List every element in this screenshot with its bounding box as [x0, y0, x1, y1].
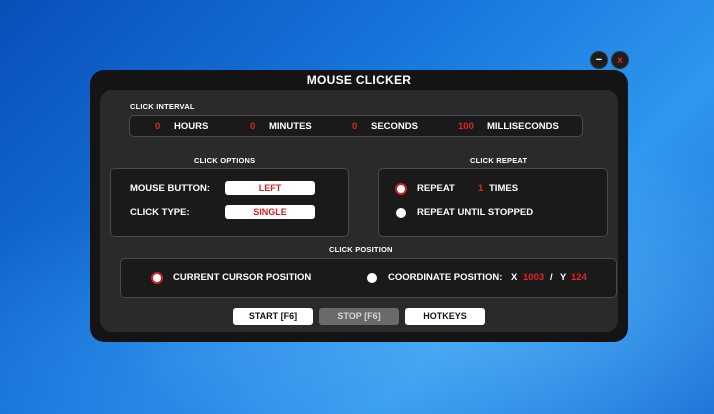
- coordinate-separator: /: [550, 272, 553, 283]
- times-label: TIMES: [489, 183, 519, 194]
- x-label: X: [511, 272, 518, 283]
- click-type-select[interactable]: SINGLE: [225, 205, 315, 219]
- click-position-label: CLICK POSITION: [329, 245, 393, 254]
- current-cursor-radio[interactable]: [151, 272, 163, 284]
- repeat-count-input[interactable]: 1: [478, 183, 483, 194]
- y-label: Y: [560, 272, 567, 283]
- mouse-button-select[interactable]: LEFT: [225, 181, 315, 195]
- minutes-unit: MINUTES: [269, 121, 312, 132]
- minutes-input[interactable]: 0: [250, 121, 255, 132]
- coordinate-radio[interactable]: [367, 273, 377, 283]
- stop-button[interactable]: STOP [F6]: [319, 308, 399, 325]
- start-button[interactable]: START [F6]: [233, 308, 313, 325]
- repeat-radio[interactable]: [395, 183, 407, 195]
- minimize-button[interactable]: −: [590, 51, 608, 69]
- hours-input[interactable]: 0: [155, 121, 160, 132]
- seconds-unit: SECONDS: [371, 121, 418, 132]
- repeat-label: REPEAT: [417, 183, 455, 194]
- click-interval-label: CLICK INTERVAL: [130, 102, 195, 111]
- click-repeat-label: CLICK REPEAT: [470, 156, 528, 165]
- click-position-box: CURRENT CURSOR POSITION COORDINATE POSIT…: [120, 258, 617, 298]
- coordinate-label: COORDINATE POSITION:: [388, 272, 503, 283]
- window-title: MOUSE CLICKER: [306, 73, 412, 87]
- mouse-clicker-window: MOUSE CLICKER CLICK INTERVAL 0 HOURS 0 M…: [90, 70, 628, 342]
- repeat-until-stopped-label: REPEAT UNTIL STOPPED: [417, 207, 534, 218]
- mouse-button-label: MOUSE BUTTON:: [130, 183, 211, 194]
- main-panel: CLICK INTERVAL 0 HOURS 0 MINUTES 0 SECON…: [100, 90, 618, 332]
- current-cursor-label: CURRENT CURSOR POSITION: [173, 272, 312, 283]
- hotkeys-button[interactable]: HOTKEYS: [405, 308, 485, 325]
- click-type-label: CLICK TYPE:: [130, 207, 190, 218]
- hours-unit: HOURS: [174, 121, 209, 132]
- milliseconds-input[interactable]: 100: [458, 121, 474, 132]
- click-interval-box: 0 HOURS 0 MINUTES 0 SECONDS 100 MILLISEC…: [129, 115, 583, 137]
- seconds-input[interactable]: 0: [352, 121, 357, 132]
- click-options-box: MOUSE BUTTON: LEFT CLICK TYPE: SINGLE: [110, 168, 349, 237]
- y-coordinate-input[interactable]: 124: [571, 272, 587, 283]
- milliseconds-unit: MILLISECONDS: [487, 121, 559, 132]
- click-repeat-box: REPEAT 1 TIMES REPEAT UNTIL STOPPED: [378, 168, 608, 237]
- click-options-label: CLICK OPTIONS: [194, 156, 256, 165]
- x-coordinate-input[interactable]: 1003: [523, 272, 544, 283]
- repeat-until-stopped-radio[interactable]: [396, 208, 406, 218]
- close-button[interactable]: x: [611, 51, 629, 69]
